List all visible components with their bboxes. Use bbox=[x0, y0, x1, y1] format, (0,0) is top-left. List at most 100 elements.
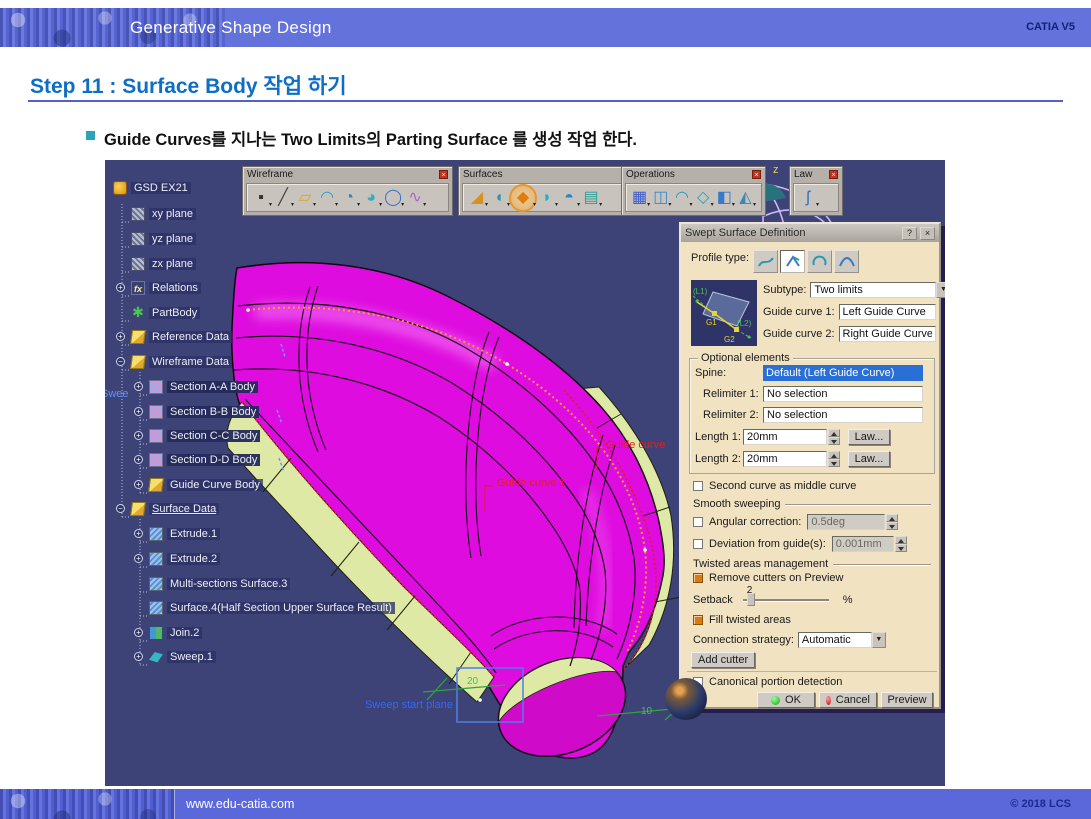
line-icon-caret[interactable]: ▾ bbox=[291, 201, 294, 208]
point-icon-caret[interactable]: ▾ bbox=[269, 201, 272, 208]
spec-tree[interactable]: GSD EX21xy planeyz planezx plane+fxRelat… bbox=[105, 160, 525, 786]
relimiter-1-field[interactable] bbox=[763, 386, 923, 402]
corner-curve-icon-caret[interactable]: ▾ bbox=[357, 201, 360, 208]
tree-item-section-b-b-body[interactable]: +Section B-B Body bbox=[105, 404, 259, 420]
law-2-button[interactable]: Law... bbox=[848, 451, 890, 467]
collapse-icon[interactable]: − bbox=[116, 504, 125, 513]
angular-correction-checkbox[interactable] bbox=[693, 517, 703, 527]
tree-item-surface-data[interactable]: −Surface Data bbox=[105, 501, 219, 517]
tree-icon-surface[interactable] bbox=[149, 527, 163, 541]
tree-icon-body[interactable] bbox=[130, 355, 146, 369]
toolbar-operations-close-icon[interactable]: × bbox=[752, 170, 761, 179]
expand-icon[interactable]: + bbox=[116, 283, 125, 292]
deviation-checkbox[interactable] bbox=[693, 539, 703, 549]
circle-icon-caret[interactable]: ▾ bbox=[401, 201, 404, 208]
plane-icon-caret[interactable]: ▾ bbox=[313, 201, 316, 208]
connection-strategy-select[interactable] bbox=[798, 632, 872, 648]
expand-icon[interactable]: + bbox=[134, 480, 143, 489]
tree-item-reference-data[interactable]: +Reference Data bbox=[105, 329, 232, 345]
toolbar-operations[interactable]: Operations×▦▾◫▾◠▾◇▾◧▾◭▾ bbox=[621, 166, 766, 216]
plane-icon[interactable]: ▱ bbox=[295, 187, 315, 209]
viewport-3d[interactable]: Guide curve 1 Guide curve Sweep start pl… bbox=[105, 160, 945, 786]
tree-icon-body[interactable] bbox=[130, 502, 146, 516]
expand-icon[interactable]: + bbox=[134, 652, 143, 661]
tree-item-gsd-ex21[interactable]: GSD EX21 bbox=[105, 180, 191, 196]
projection-curve-icon-caret[interactable]: ▾ bbox=[335, 201, 338, 208]
blend-surface-icon-caret[interactable]: ▾ bbox=[599, 201, 602, 208]
extrude-surface-icon-caret[interactable]: ▾ bbox=[485, 201, 488, 208]
tree-item-extrude-1[interactable]: +Extrude.1 bbox=[105, 526, 220, 542]
offset-surface-icon-caret[interactable]: ▾ bbox=[555, 201, 558, 208]
tree-icon-body[interactable] bbox=[148, 478, 164, 492]
connect-curve-icon-caret[interactable]: ▾ bbox=[379, 201, 382, 208]
add-cutter-button[interactable]: Add cutter bbox=[691, 652, 755, 668]
law-1-button[interactable]: Law... bbox=[848, 429, 890, 445]
tree-item-zx-plane[interactable]: zx plane bbox=[105, 256, 196, 272]
expand-icon[interactable]: + bbox=[134, 431, 143, 440]
tree-icon-rel[interactable]: fx bbox=[131, 281, 145, 295]
cancel-button[interactable]: Cancel bbox=[819, 692, 877, 708]
tree-icon-root[interactable] bbox=[113, 181, 127, 195]
profile-type-circle-button[interactable] bbox=[807, 250, 832, 273]
circle-icon[interactable]: ◯ bbox=[383, 187, 403, 209]
tree-icon-plane[interactable] bbox=[131, 207, 145, 221]
offset-surface-icon[interactable]: ◗ bbox=[537, 187, 557, 209]
expand-icon[interactable]: + bbox=[116, 332, 125, 341]
line-icon[interactable]: ╱ bbox=[273, 187, 293, 209]
point-icon[interactable]: ▪ bbox=[251, 187, 271, 209]
toolbar-law[interactable]: Law×ʃ▾ bbox=[789, 166, 843, 216]
connection-dropdown-icon[interactable]: ▼ bbox=[872, 632, 886, 648]
collapse-icon[interactable]: − bbox=[116, 357, 125, 366]
fill-surface-icon-caret[interactable]: ▾ bbox=[577, 201, 580, 208]
boundary-icon-caret[interactable]: ▾ bbox=[711, 201, 714, 208]
sweep-surface-icon-caret[interactable]: ▾ bbox=[533, 201, 536, 208]
law-icon[interactable]: ʃ bbox=[798, 187, 818, 209]
tree-item-xy-plane[interactable]: xy plane bbox=[105, 206, 196, 222]
second-curve-checkbox[interactable] bbox=[693, 481, 703, 491]
toolbar-wireframe[interactable]: Wireframe×▪▾╱▾▱▾◠▾◔▾◕▾◯▾∿▾ bbox=[242, 166, 453, 216]
extract-icon-caret[interactable]: ▾ bbox=[732, 201, 735, 208]
expand-icon[interactable]: + bbox=[134, 554, 143, 563]
subtype-dropdown-icon[interactable]: ▼ bbox=[936, 282, 945, 298]
profile-type-explicit-button[interactable] bbox=[753, 250, 778, 273]
tree-item-section-d-d-body[interactable]: +Section D-D Body bbox=[105, 452, 260, 468]
tree-item-sweep-1[interactable]: +Sweep.1 bbox=[105, 649, 216, 665]
tree-item-relations[interactable]: +fxRelations bbox=[105, 280, 201, 296]
setback-slider[interactable]: 2 bbox=[743, 599, 829, 602]
join-icon-caret[interactable]: ▾ bbox=[647, 201, 650, 208]
tree-item-guide-curve-body[interactable]: +Guide Curve Body bbox=[105, 477, 263, 493]
tree-icon-section[interactable] bbox=[149, 380, 163, 394]
fill-surface-icon[interactable]: ◓ bbox=[559, 187, 579, 209]
tree-item-join-2[interactable]: +Join.2 bbox=[105, 625, 202, 641]
profile-type-line-button[interactable] bbox=[780, 250, 805, 273]
expand-icon[interactable]: + bbox=[134, 529, 143, 538]
toolbar-wireframe-close-icon[interactable]: × bbox=[439, 170, 448, 179]
spine-field[interactable]: Default (Left Guide Curve) bbox=[763, 365, 923, 381]
corner-curve-icon[interactable]: ◔ bbox=[339, 187, 359, 209]
tree-item-yz-plane[interactable]: yz plane bbox=[105, 231, 196, 247]
subtype-select[interactable] bbox=[810, 282, 936, 298]
tree-item-surface-4-half-section-upper-surface-result[interactable]: Surface.4(Half Section Upper Surface Res… bbox=[105, 600, 395, 616]
dialog-titlebar[interactable]: Swept Surface Definition ? × bbox=[681, 224, 939, 242]
tree-item-wireframe-data[interactable]: −Wireframe Data bbox=[105, 354, 232, 370]
tree-icon-surface[interactable] bbox=[149, 552, 163, 566]
toolbar-law-close-icon[interactable]: × bbox=[829, 170, 838, 179]
length-2-spinner[interactable] bbox=[828, 451, 840, 467]
revolve-surface-icon[interactable]: ◖ bbox=[489, 187, 509, 209]
expand-icon[interactable]: + bbox=[134, 407, 143, 416]
guide-curve-2-field[interactable] bbox=[839, 326, 936, 342]
profile-type-conic-button[interactable] bbox=[834, 250, 859, 273]
expand-icon[interactable]: + bbox=[134, 455, 143, 464]
ok-button[interactable]: OK bbox=[757, 692, 815, 708]
tree-icon-section[interactable] bbox=[149, 429, 163, 443]
spline-icon-caret[interactable]: ▾ bbox=[423, 201, 426, 208]
length-2-field[interactable] bbox=[743, 451, 827, 467]
tree-icon-part[interactable]: ✱ bbox=[131, 306, 145, 320]
tree-icon-plane[interactable] bbox=[131, 257, 145, 271]
tree-item-section-c-c-body[interactable]: +Section C-C Body bbox=[105, 428, 260, 444]
spline-icon[interactable]: ∿ bbox=[405, 187, 425, 209]
swept-surface-dialog[interactable]: Swept Surface Definition ? × Profile typ… bbox=[679, 222, 941, 709]
expand-icon[interactable]: + bbox=[134, 628, 143, 637]
tree-item-extrude-2[interactable]: +Extrude.2 bbox=[105, 551, 220, 567]
connect-curve-icon[interactable]: ◕ bbox=[361, 187, 381, 209]
